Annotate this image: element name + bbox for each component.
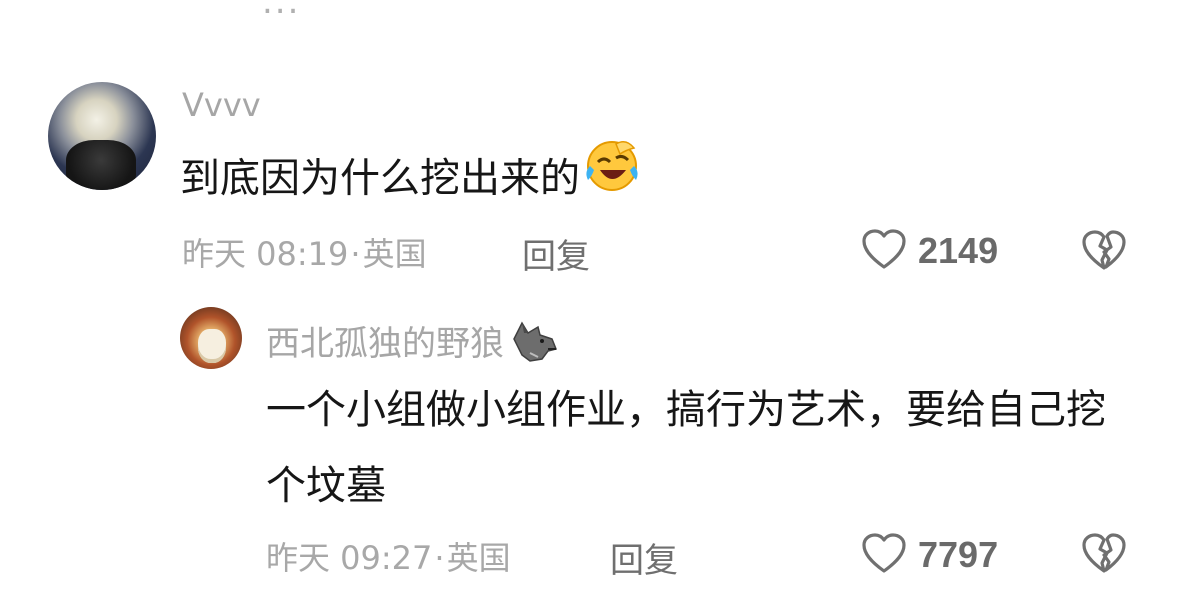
user-avatar[interactable]	[48, 82, 156, 190]
heart-outline-icon	[860, 531, 908, 579]
reply-username[interactable]: 西北孤独的野狼	[266, 316, 558, 372]
dislike-button[interactable]	[1080, 531, 1128, 579]
comment-meta: 昨天 08:19·英国	[182, 229, 427, 275]
broken-heart-icon	[1080, 533, 1128, 579]
reply-date: 昨天 09:27	[266, 539, 433, 577]
like-button[interactable]: 7797	[860, 531, 998, 579]
reply-button[interactable]: 回复	[522, 229, 590, 278]
meta-separator: ·	[350, 235, 361, 273]
like-button[interactable]: 2149	[860, 227, 998, 275]
reply-button[interactable]: 回复	[610, 533, 678, 582]
reply-meta: 昨天 09:27·英国	[266, 533, 511, 579]
face-with-tears-of-joy-icon	[582, 136, 642, 217]
like-count: 7797	[918, 534, 999, 575]
reply-location: 英国	[446, 539, 511, 577]
broken-heart-icon	[1080, 230, 1128, 276]
reply-text: 一个小组做小组作业，搞行为艺术，要给自己挖个坟墓	[266, 387, 1106, 509]
comment-body: 到底因为什么挖出来的	[180, 155, 580, 202]
meta-separator: ·	[434, 539, 445, 577]
previous-comment-fragment: ...	[262, 0, 301, 22]
comment-username[interactable]: Vvvv	[182, 86, 261, 124]
like-count: 2149	[918, 230, 999, 271]
reply-username-text: 西北孤独的野狼	[266, 324, 504, 364]
comment-date: 昨天 08:19	[182, 235, 349, 273]
reply-user-avatar[interactable]	[180, 307, 242, 369]
comment-text: 到底因为什么挖出来的	[180, 140, 642, 221]
dislike-button[interactable]	[1080, 228, 1128, 276]
heart-outline-icon	[860, 227, 908, 275]
wolf-icon	[508, 319, 558, 372]
comment-location: 英国	[362, 235, 427, 273]
